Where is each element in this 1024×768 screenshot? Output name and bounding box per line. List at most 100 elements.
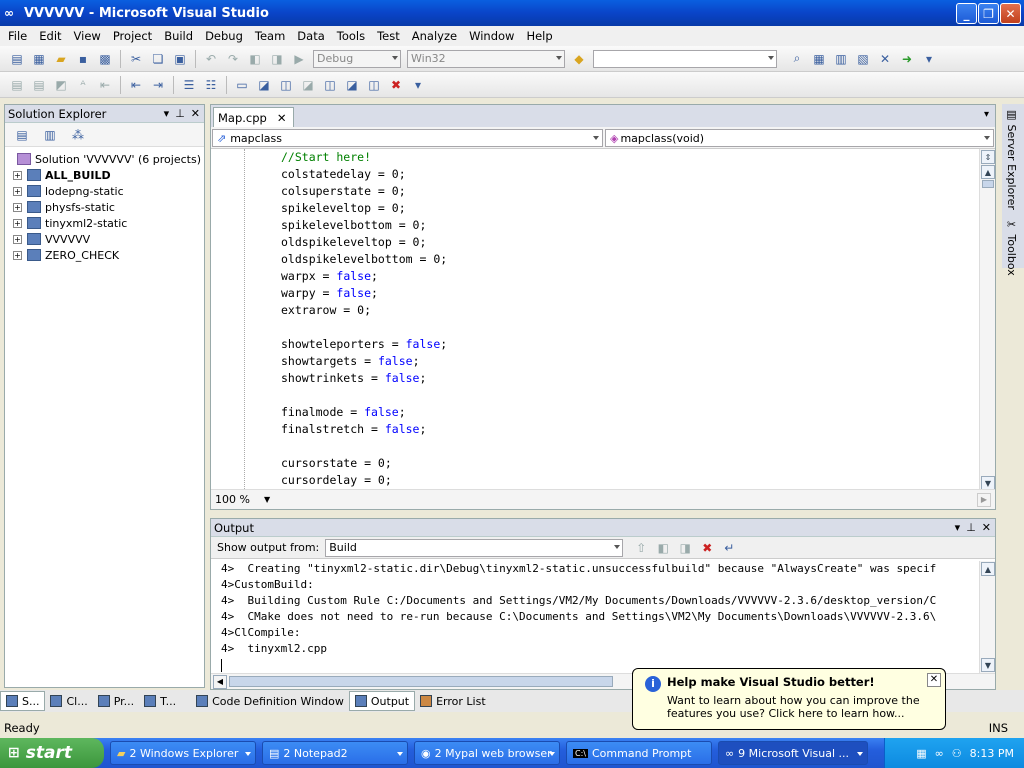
code-line[interactable]: warpy = false; <box>281 285 981 302</box>
comment-icon[interactable]: ☰ <box>180 76 198 94</box>
toolbar2-options-icon[interactable]: ▾ <box>409 76 427 94</box>
class-diagram-icon[interactable]: ⁂ <box>69 126 87 144</box>
editor-vertical-scrollbar[interactable]: ⇕ ▲ ▼ <box>979 149 995 491</box>
code-line[interactable]: cursorstate = 0; <box>281 455 981 472</box>
menu-debug[interactable]: Debug <box>199 29 249 43</box>
expand-icon[interactable]: + <box>13 218 22 228</box>
code-line[interactable]: //Start here! <box>281 149 981 166</box>
display-members-icon[interactable]: ▤ <box>8 76 26 94</box>
next-message-icon[interactable]: ◨ <box>676 539 694 557</box>
open-icon[interactable]: ▰ <box>52 50 70 68</box>
save-all-icon[interactable]: ▩ <box>96 50 114 68</box>
clear-all-icon[interactable]: ✖ <box>698 539 716 557</box>
menu-file[interactable]: File <box>2 29 33 43</box>
task-windows-explorer[interactable]: ▰ 2 Windows Explorer <box>110 741 256 765</box>
minimize-button[interactable]: _ <box>956 3 977 24</box>
expand-icon[interactable]: + <box>13 202 22 212</box>
expand-icon[interactable]: + <box>13 170 22 180</box>
object-browser-icon[interactable]: ▥ <box>832 50 850 68</box>
dropdown-icon[interactable]: ▾ <box>164 107 170 120</box>
menu-project[interactable]: Project <box>107 29 158 43</box>
task-command-prompt[interactable]: C:\ Command Prompt <box>566 741 712 765</box>
scroll-right-icon[interactable]: ▶ <box>977 493 991 507</box>
menu-view[interactable]: View <box>68 29 107 43</box>
code-line[interactable]: showtrinkets = false; <box>281 370 981 387</box>
show-all-files-icon[interactable]: ▥ <box>41 126 59 144</box>
tab-property-manager[interactable]: Pr... <box>93 691 139 711</box>
display-params-icon[interactable]: ▤ <box>30 76 48 94</box>
menu-help[interactable]: Help <box>520 29 558 43</box>
scroll-up-icon[interactable]: ▲ <box>981 562 995 576</box>
code-line[interactable]: extrarow = 0; <box>281 302 981 319</box>
member-dropdown[interactable]: ◈ mapclass(void) <box>605 129 994 147</box>
solution-node[interactable]: Solution 'VVVVVV' (6 projects) <box>5 151 204 167</box>
tab-team-explorer[interactable]: T... <box>139 691 181 711</box>
type-scope-dropdown[interactable]: ⇗ mapclass <box>212 129 603 147</box>
toolbox-tab[interactable]: ✂ Toolbox <box>1002 214 1021 280</box>
configuration-dropdown[interactable]: Debug <box>313 49 401 68</box>
find-in-files-icon[interactable]: ◆ <box>570 50 588 68</box>
uncomment-icon[interactable]: ☷ <box>202 76 220 94</box>
prev-message-icon[interactable]: ◧ <box>654 539 672 557</box>
next-bookmark-icon[interactable]: ◫ <box>277 76 295 94</box>
indent-left-icon[interactable]: ⇤ <box>127 76 145 94</box>
pin-icon[interactable]: ⊥ <box>966 521 976 534</box>
code-line[interactable]: spikelevelbottom = 0; <box>281 217 981 234</box>
tools-icon[interactable]: ✕ <box>876 50 894 68</box>
close-button[interactable]: ✕ <box>1000 3 1021 24</box>
properties-icon[interactable]: ▦ <box>810 50 828 68</box>
indent-right-icon[interactable]: ⇥ <box>149 76 167 94</box>
close-icon[interactable]: ✕ <box>191 107 200 120</box>
menu-edit[interactable]: Edit <box>33 29 67 43</box>
close-icon[interactable]: ✕ <box>982 521 991 534</box>
prev-bookmark-doc-icon[interactable]: ◪ <box>343 76 361 94</box>
undo-icon[interactable]: ↶ <box>202 50 220 68</box>
prev-bookmark-icon[interactable]: ◪ <box>255 76 273 94</box>
code-line[interactable]: showtargets = false; <box>281 353 981 370</box>
notification-balloon[interactable]: i Help make Visual Studio better! Want t… <box>632 668 946 730</box>
copy-icon[interactable]: ❏ <box>149 50 167 68</box>
balloon-body[interactable]: Want to learn about how you can improve … <box>667 694 937 720</box>
project-node[interactable]: + physfs-static <box>5 199 204 215</box>
output-text[interactable]: 4> Creating "tinyxml2-static.dir\Debug\t… <box>221 561 981 673</box>
toolbar-options-icon[interactable]: ▾ <box>920 50 938 68</box>
code-line[interactable]: oldspikelevelbottom = 0; <box>281 251 981 268</box>
zoom-value[interactable]: 100 % <box>211 493 250 506</box>
output-source-dropdown[interactable]: Build <box>325 538 624 557</box>
start-debug-icon[interactable]: ▶ <box>290 50 308 68</box>
maximize-button[interactable]: ❐ <box>978 3 999 24</box>
paste-icon[interactable]: ▣ <box>171 50 189 68</box>
code-text[interactable]: //Start here! colstatedelay = 0; colsupers… <box>211 149 981 491</box>
code-line[interactable] <box>281 319 981 336</box>
code-line[interactable] <box>281 438 981 455</box>
project-node[interactable]: + ZERO_CHECK <box>5 247 204 263</box>
code-line[interactable]: oldspikeleveltop = 0; <box>281 234 981 251</box>
code-line[interactable]: cursordelay = 0; <box>281 472 981 489</box>
decrease-indent-icon[interactable]: ⇤ <box>96 76 114 94</box>
clear-bookmarks-icon[interactable]: ✖ <box>387 76 405 94</box>
tab-solution-explorer[interactable]: S... <box>0 691 46 711</box>
next-bookmark-doc-icon[interactable]: ◫ <box>365 76 383 94</box>
save-icon[interactable]: ▪ <box>74 50 92 68</box>
code-line[interactable]: colsuperstate = 0; <box>281 183 981 200</box>
find-icon[interactable]: ⌕ <box>788 50 806 68</box>
zoom-dropdown-icon[interactable]: ▼ <box>264 495 270 504</box>
cut-icon[interactable]: ✂ <box>127 50 145 68</box>
menu-analyze[interactable]: Analyze <box>406 29 463 43</box>
navigate-forward-icon[interactable]: ◨ <box>268 50 286 68</box>
project-node[interactable]: + VVVVVV <box>5 231 204 247</box>
properties-icon[interactable]: ▤ <box>13 126 31 144</box>
word-wrap-icon[interactable]: ↵ <box>720 539 738 557</box>
tab-output[interactable]: Output <box>348 691 416 711</box>
code-line[interactable]: colstatedelay = 0; <box>281 166 981 183</box>
code-line[interactable]: warpx = false; <box>281 268 981 285</box>
task-mypal[interactable]: ◉ 2 Mypal web browser <box>414 741 560 765</box>
scroll-down-icon[interactable]: ▼ <box>981 476 995 490</box>
quick-info-icon[interactable]: ◩ <box>52 76 70 94</box>
split-icon[interactable]: ⇕ <box>981 150 995 164</box>
code-line[interactable]: spikeleveltop = 0; <box>281 200 981 217</box>
expand-icon[interactable]: + <box>13 250 22 260</box>
start-button[interactable]: ⊞ start <box>0 738 104 768</box>
code-line[interactable]: finalmode = false; <box>281 404 981 421</box>
scroll-left-icon[interactable]: ◀ <box>213 675 227 689</box>
